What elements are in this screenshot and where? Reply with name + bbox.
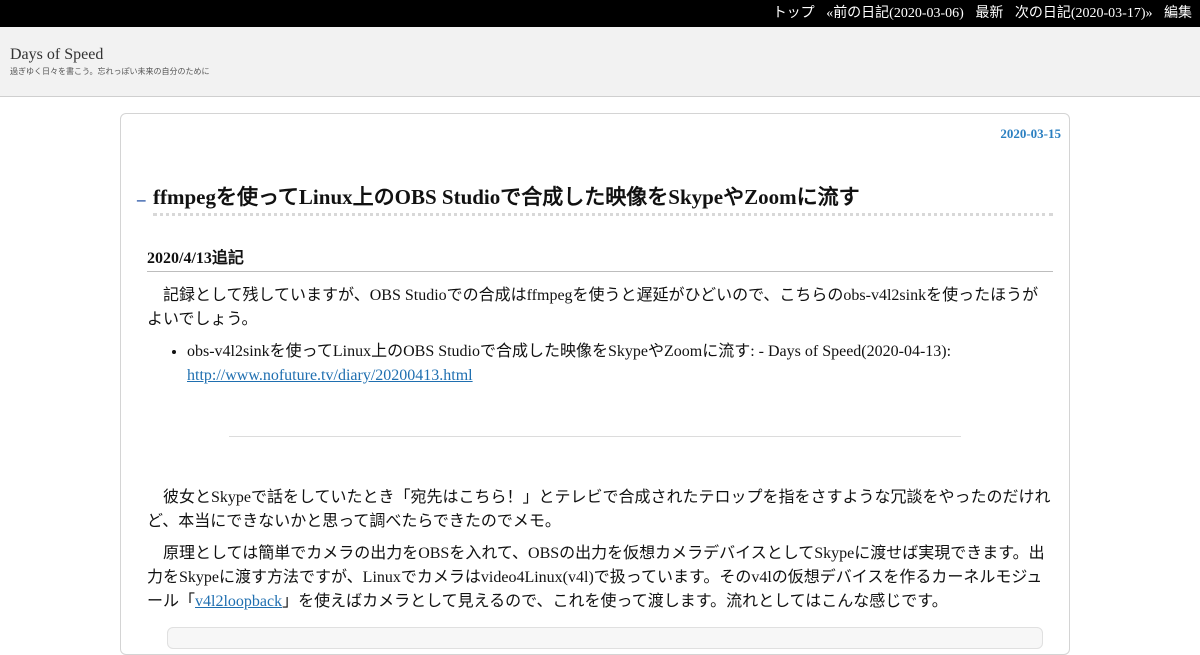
nav-next-diary-link[interactable]: 次の日記(2020-03-17)»	[1015, 6, 1153, 21]
site-title[interactable]: Days of Speed	[10, 46, 103, 64]
site-description: 過ぎゆく日々を書こう。忘れっぽい未来の自分のために	[10, 67, 210, 76]
nav-latest-link[interactable]: 最新	[975, 6, 1003, 21]
nav-edit-link[interactable]: 編集	[1164, 6, 1192, 21]
body-paragraph-2: 原理としては簡単でカメラの出力をOBSを入れて、OBSの出力を仮想カメラデバイス…	[147, 542, 1053, 614]
list-item: obs-v4l2sinkを使ってLinux上のOBS Studioで合成した映像…	[187, 340, 1093, 388]
reference-url-link[interactable]: http://www.nofuture.tv/diary/20200413.ht…	[187, 367, 473, 384]
code-block	[167, 627, 1043, 649]
section-anchor-link[interactable]: _	[137, 184, 146, 204]
reference-list: obs-v4l2sinkを使ってLinux上のOBS Studioで合成した映像…	[147, 340, 1093, 388]
paragraph-text: 」を使えばカメラとして見えるので、これを使って渡します。流れとしてはこんな感じで…	[282, 593, 948, 610]
section-title: ffmpegを使ってLinux上のOBS Studioで合成した映像をSkype…	[153, 181, 1053, 216]
entry-date-link[interactable]: 2020-03-15	[1000, 126, 1061, 142]
site-header: Days of Speed 過ぎゆく日々を書こう。忘れっぽい未来の自分のために	[0, 27, 1200, 97]
subsection-title: 2020/4/13追記	[147, 244, 1053, 272]
body-paragraph-1: 彼女とSkypeで話をしていたとき「宛先はこちら！」とテレビで合成されたテロップ…	[147, 489, 1051, 530]
top-navigation-bar: トップ «前の日記(2020-03-06) 最新 次の日記(2020-03-17…	[0, 0, 1200, 27]
v4l2loopback-link[interactable]: v4l2loopback	[195, 593, 282, 610]
reference-title: obs-v4l2sinkを使ってLinux上のOBS Studioで合成した映像…	[187, 343, 952, 360]
top-nav-links: トップ «前の日記(2020-03-06) 最新 次の日記(2020-03-17…	[765, 0, 1192, 27]
nav-top-link[interactable]: トップ	[773, 6, 815, 21]
diary-entry: 2020-03-15 _ ffmpegを使ってLinux上のOBS Studio…	[120, 113, 1070, 655]
section-divider	[229, 436, 961, 437]
note-paragraph: 記録として残していますが、OBS Studioでの合成はffmpegを使うと遅延…	[147, 287, 1039, 328]
nav-previous-diary-link[interactable]: «前の日記(2020-03-06)	[826, 6, 964, 21]
